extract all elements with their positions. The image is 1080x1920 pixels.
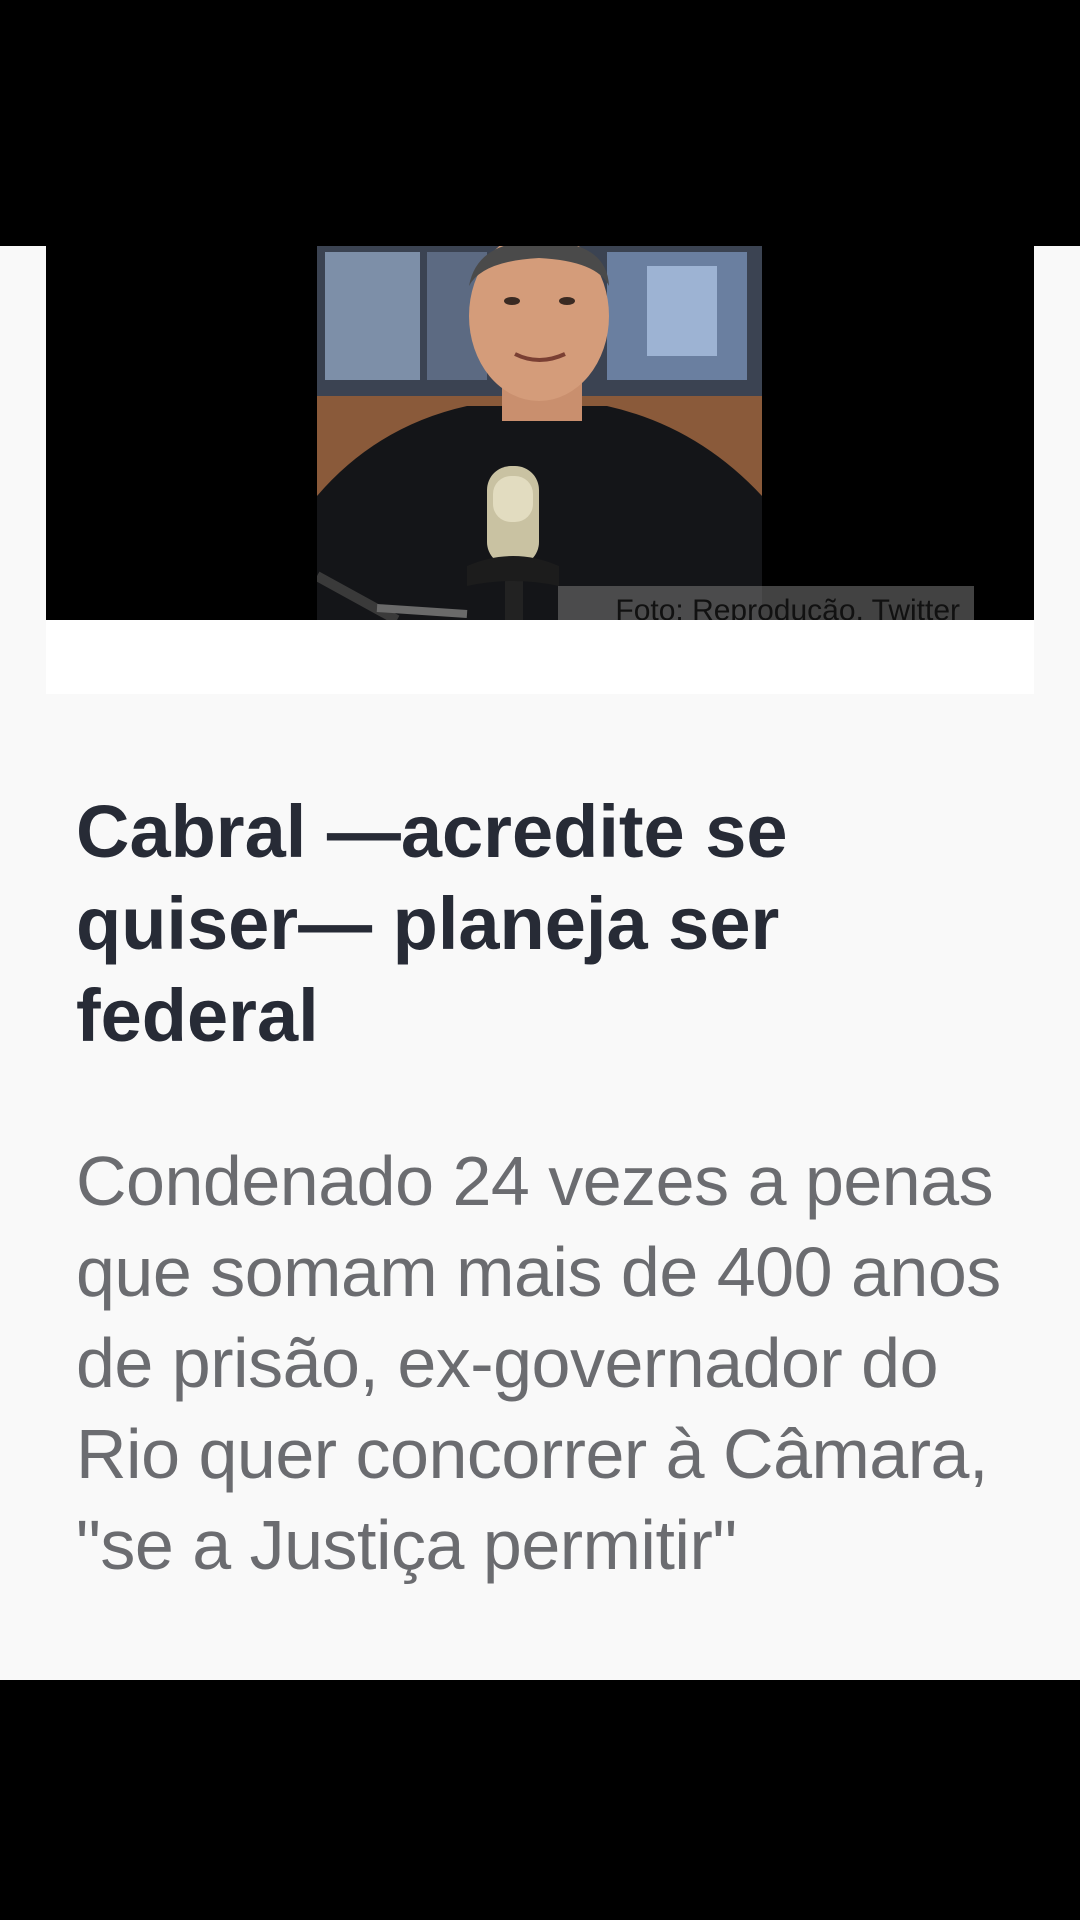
photo-illustration [317, 246, 762, 620]
bottom-black-bar [0, 1680, 1080, 1920]
article-headline: Cabral —acredite se quiser— planeja ser … [76, 790, 788, 1057]
article-media-card: Foto: Reprodução, Twitter [46, 246, 1034, 694]
article-photo[interactable] [317, 246, 762, 620]
article-subtitle: Condenado 24 vezes a penas que somam mai… [76, 1142, 1001, 1584]
article-content[interactable]: Foto: Reprodução, Twitter Cabral —acredi… [0, 246, 1080, 1680]
photo-caption: Foto: Reprodução, Twitter [558, 586, 974, 620]
article-video-frame[interactable]: Foto: Reprodução, Twitter [46, 246, 1034, 620]
top-black-bar [0, 0, 1080, 246]
